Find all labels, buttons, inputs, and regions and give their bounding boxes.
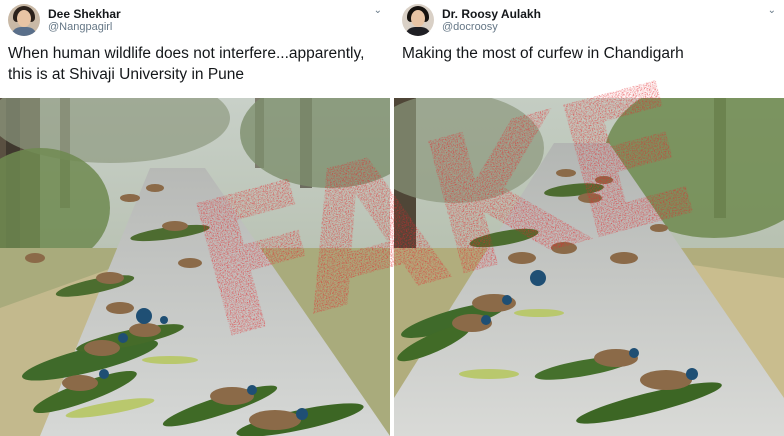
- chevron-down-icon[interactable]: ⌄: [768, 5, 776, 16]
- display-name[interactable]: Dr. Roosy Aulakh: [442, 7, 541, 21]
- user-handle[interactable]: @Nangpagirl: [48, 21, 112, 33]
- peacock-road-photo: [0, 98, 390, 436]
- chevron-down-icon[interactable]: ⌄: [374, 5, 382, 16]
- avatar[interactable]: [8, 4, 40, 36]
- peacock-road-photo: [394, 98, 784, 436]
- tweet-photo[interactable]: [0, 98, 390, 436]
- tweet-text: Making the most of curfew in Chandigarh: [402, 45, 684, 62]
- tweet-card-left: Dee Shekhar @Nangpagirl ⌄ When human wil…: [0, 0, 390, 436]
- tweet-text: When human wildlife does not interfere..…: [8, 45, 365, 83]
- tweet-header: Dee Shekhar @Nangpagirl ⌄ When human wil…: [0, 0, 390, 98]
- display-name[interactable]: Dee Shekhar: [48, 7, 121, 21]
- tweet-header: Dr. Roosy Aulakh @docroosy ⌄ Making the …: [394, 0, 784, 98]
- tweet-card-right: Dr. Roosy Aulakh @docroosy ⌄ Making the …: [394, 0, 784, 436]
- user-handle[interactable]: @docroosy: [442, 21, 498, 33]
- avatar[interactable]: [402, 4, 434, 36]
- tweet-photo[interactable]: [394, 98, 784, 436]
